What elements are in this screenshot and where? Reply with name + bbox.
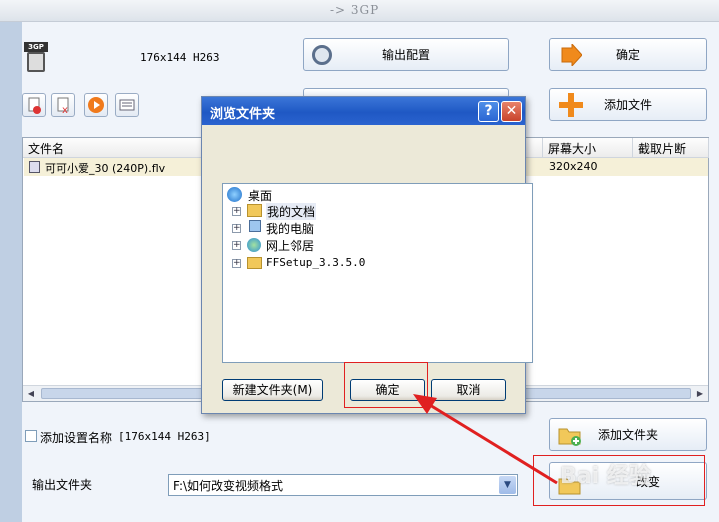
- expand-network[interactable]: +: [232, 241, 241, 250]
- scroll-right-arrow[interactable]: ▶: [693, 387, 707, 400]
- row-screen-size: 320x240: [549, 160, 598, 173]
- play-icon: [88, 97, 104, 113]
- format-icon: 3GP: [24, 42, 48, 72]
- left-edge: [0, 22, 22, 522]
- annotation-arrow: [413, 394, 558, 485]
- expand-my-computer[interactable]: +: [232, 224, 241, 233]
- my-documents-icon: [247, 204, 262, 217]
- svg-text:x: x: [62, 105, 68, 116]
- add-name-label: 添加设置名称: [40, 431, 113, 445]
- row-filename: 可可小爱_30 (240P).flv: [45, 162, 166, 175]
- remove-file-button[interactable]: [22, 93, 46, 117]
- clear-icon: x: [57, 97, 69, 116]
- scroll-left-arrow[interactable]: ◀: [24, 387, 38, 400]
- output-config-button[interactable]: 输出配置: [303, 38, 509, 71]
- window-title: -> 3GP: [330, 3, 380, 17]
- info-button[interactable]: [115, 93, 139, 117]
- info-icon: [119, 99, 135, 111]
- folder-tree[interactable]: 桌面 + 我的文档 + 我的电脑 + 网上邻居 + FFSetup_3.3.5.…: [222, 183, 533, 363]
- add-name-checkbox[interactable]: [25, 430, 37, 442]
- ok-button-main[interactable]: 确定: [549, 38, 707, 71]
- dialog-title: 浏览文件夹: [202, 97, 525, 125]
- network-icon: [247, 238, 261, 252]
- remove-icon: [28, 97, 41, 114]
- output-folder-label: 输出文件夹: [32, 478, 93, 492]
- add-folder-button[interactable]: 添加文件夹: [549, 418, 707, 451]
- format-info: 176x144 H263: [140, 51, 220, 64]
- play-button[interactable]: [84, 93, 108, 117]
- video-file-icon: [29, 161, 40, 173]
- new-folder-button[interactable]: 新建文件夹(M): [222, 379, 323, 401]
- help-button[interactable]: ?: [478, 101, 499, 122]
- expand-ffsetup[interactable]: +: [232, 259, 241, 268]
- folder-icon: [247, 257, 262, 269]
- column-header-clip[interactable]: 截取片断: [633, 138, 709, 158]
- add-name-value: [176x144 H263]: [118, 430, 211, 443]
- format-badge: 3GP: [24, 42, 48, 52]
- close-button[interactable]: ✕: [501, 101, 522, 122]
- my-computer-icon: [249, 220, 261, 232]
- clear-list-button[interactable]: x: [51, 93, 75, 117]
- add-file-button[interactable]: 添加文件: [549, 88, 707, 121]
- output-folder-path: F:\如何改变视频格式: [173, 479, 284, 493]
- expand-my-documents[interactable]: +: [232, 207, 241, 216]
- desktop-icon: [227, 187, 242, 202]
- column-header-screen-size[interactable]: 屏幕大小: [543, 138, 633, 158]
